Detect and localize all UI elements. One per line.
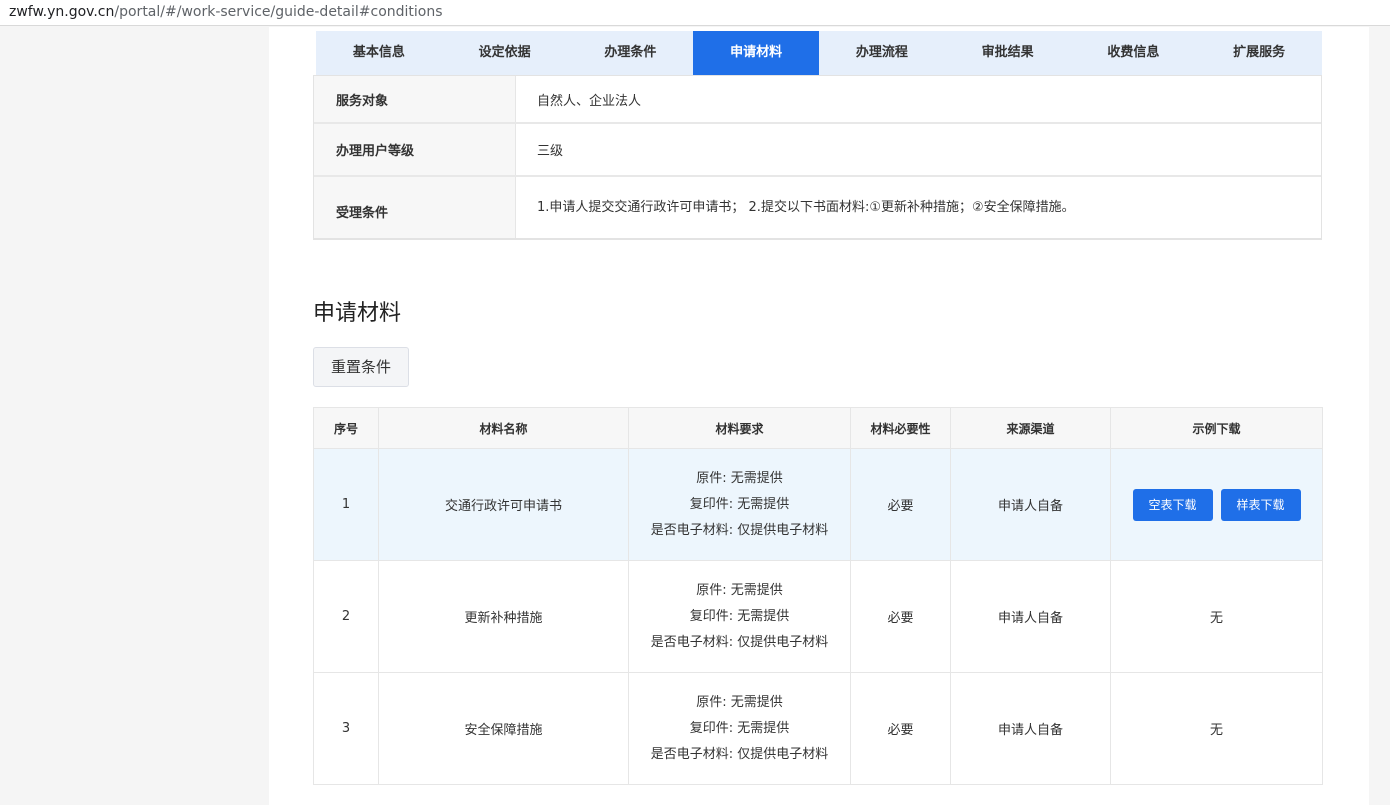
cell-requirements: 原件: 无需提供 复印件: 无需提供 是否电子材料: 仅提供电子材料 (628, 672, 851, 785)
tab-process[interactable]: 办理流程 (819, 31, 945, 75)
conditions-table: 服务对象 自然人、企业法人 办理用户等级 三级 受理条件 1.申请人提交交通行政… (313, 75, 1322, 240)
tab-basic-info[interactable]: 基本信息 (316, 31, 442, 75)
tab-conditions[interactable]: 办理条件 (568, 31, 694, 75)
header-requirements: 材料要求 (628, 407, 851, 449)
cell-name: 安全保障措施 (378, 672, 629, 785)
cell-index: 1 (313, 448, 379, 561)
condition-label: 受理条件 (314, 177, 516, 238)
condition-label: 服务对象 (314, 76, 516, 122)
tab-result[interactable]: 审批结果 (945, 31, 1071, 75)
cell-necessity: 必要 (850, 672, 951, 785)
cell-download: 无 (1110, 672, 1323, 785)
req-original: 原件: 无需提供 (696, 582, 783, 598)
cell-index: 3 (313, 672, 379, 785)
condition-value: 1.申请人提交交通行政许可申请书； 2.提交以下书面材料:①更新补种措施；②安全… (537, 200, 1075, 215)
cell-necessity: 必要 (850, 448, 951, 561)
tab-fees[interactable]: 收费信息 (1071, 31, 1197, 75)
req-original: 原件: 无需提供 (696, 694, 783, 710)
cell-source: 申请人自备 (950, 672, 1111, 785)
req-copy: 复印件: 无需提供 (689, 720, 790, 736)
url-path: /portal/#/work-service/guide-detail#cond… (114, 4, 443, 20)
tab-extended[interactable]: 扩展服务 (1196, 31, 1322, 75)
condition-value: 三级 (537, 144, 564, 159)
cell-name: 交通行政许可申请书 (378, 448, 629, 561)
table-row: 1 交通行政许可申请书 原件: 无需提供 复印件: 无需提供 是否电子材料: 仅… (313, 448, 1323, 561)
blank-form-download-button[interactable]: 空表下载 (1132, 488, 1213, 521)
req-electronic: 是否电子材料: 仅提供电子材料 (650, 746, 829, 762)
req-copy: 复印件: 无需提供 (689, 608, 790, 624)
cell-source: 申请人自备 (950, 560, 1111, 673)
table-header-row: 序号 材料名称 材料要求 材料必要性 来源渠道 示例下载 (313, 407, 1323, 449)
cell-name: 更新补种措施 (378, 560, 629, 673)
cell-index: 2 (313, 560, 379, 673)
sample-form-download-button[interactable]: 样表下载 (1220, 488, 1301, 521)
tab-legal-basis[interactable]: 设定依据 (442, 31, 568, 75)
header-name: 材料名称 (378, 407, 629, 449)
section-title: 申请材料 (313, 301, 402, 326)
header-download: 示例下载 (1110, 407, 1323, 449)
cell-requirements: 原件: 无需提供 复印件: 无需提供 是否电子材料: 仅提供电子材料 (628, 560, 851, 673)
cell-download: 无 (1110, 560, 1323, 673)
req-electronic: 是否电子材料: 仅提供电子材料 (650, 634, 829, 650)
tab-bar: 基本信息 设定依据 办理条件 申请材料 办理流程 审批结果 收费信息 扩展服务 (316, 31, 1322, 75)
conditions-row: 受理条件 1.申请人提交交通行政许可申请书； 2.提交以下书面材料:①更新补种措… (314, 177, 1321, 240)
reset-conditions-button[interactable]: 重置条件 (313, 347, 409, 387)
table-row: 3 安全保障措施 原件: 无需提供 复印件: 无需提供 是否电子材料: 仅提供电… (313, 672, 1323, 785)
table-row: 2 更新补种措施 原件: 无需提供 复印件: 无需提供 是否电子材料: 仅提供电… (313, 560, 1323, 673)
url-host: zwfw.yn.gov.cn (9, 4, 115, 20)
condition-value: 自然人、企业法人 (537, 93, 642, 109)
cell-necessity: 必要 (850, 560, 951, 673)
condition-label: 办理用户等级 (314, 124, 516, 175)
header-necessity: 材料必要性 (850, 407, 951, 449)
cell-download: 空表下载 样表下载 (1110, 448, 1323, 561)
req-copy: 复印件: 无需提供 (689, 496, 790, 512)
tab-materials[interactable]: 申请材料 (693, 31, 819, 75)
cell-source: 申请人自备 (950, 448, 1111, 561)
header-index: 序号 (313, 407, 379, 449)
req-original: 原件: 无需提供 (696, 470, 783, 486)
cell-requirements: 原件: 无需提供 复印件: 无需提供 是否电子材料: 仅提供电子材料 (628, 448, 851, 561)
req-electronic: 是否电子材料: 仅提供电子材料 (650, 522, 829, 538)
header-source: 来源渠道 (950, 407, 1111, 449)
conditions-row: 服务对象 自然人、企业法人 (314, 76, 1321, 124)
materials-table: 序号 材料名称 材料要求 材料必要性 来源渠道 示例下载 1 交通行政许可申请书… (313, 407, 1323, 785)
address-bar[interactable]: zwfw.yn.gov.cn/portal/#/work-service/gui… (0, 0, 1390, 26)
conditions-row: 办理用户等级 三级 (314, 124, 1321, 177)
